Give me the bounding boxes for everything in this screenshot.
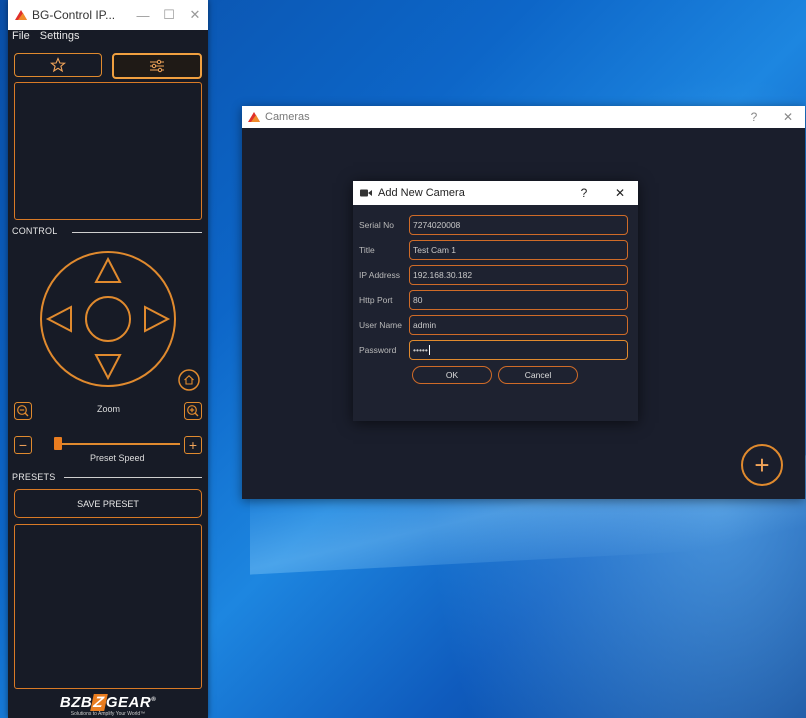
text-caret <box>428 345 430 355</box>
help-button[interactable]: ? <box>737 110 771 124</box>
star-icon <box>50 57 66 73</box>
tab-row <box>14 53 202 79</box>
serial-no-label: Serial No <box>359 220 394 230</box>
home-button[interactable] <box>178 369 200 391</box>
field-user-name: User Name admin <box>359 315 628 335</box>
tab-controls[interactable] <box>112 53 202 79</box>
password-input[interactable]: ••••• <box>409 340 628 360</box>
plus-icon: + <box>754 450 770 480</box>
field-password: Password ••••• <box>359 340 628 360</box>
tab-favorites[interactable] <box>14 53 102 77</box>
close-button[interactable]: ✕ <box>771 110 805 124</box>
app-logo-icon <box>15 10 27 20</box>
maximize-button[interactable]: ☐ <box>156 7 182 23</box>
field-ip-address: IP Address 192.168.30.182 <box>359 265 628 285</box>
minimize-button[interactable]: — <box>130 8 156 23</box>
dialog-title: Add New Camera <box>378 187 465 199</box>
field-serial-no: Serial No 7274020008 <box>359 215 628 235</box>
bg-control-titlebar: BG-Control IP... — ☐ ✕ <box>8 0 208 30</box>
title-label: Title <box>359 245 375 255</box>
window-title: BG-Control IP... <box>32 8 116 22</box>
logo-tagline: Solutions to Amplify Your World™ <box>70 711 146 717</box>
user-name-input[interactable]: admin <box>409 315 628 335</box>
presets-list-panel[interactable] <box>14 524 202 689</box>
password-label: Password <box>359 345 397 355</box>
help-button[interactable]: ? <box>566 186 602 200</box>
control-divider <box>72 232 202 233</box>
add-camera-button[interactable]: + <box>741 444 783 486</box>
video-camera-icon <box>360 189 372 197</box>
close-button[interactable]: ✕ <box>602 186 638 200</box>
menu-settings[interactable]: Settings <box>40 30 80 46</box>
zoom-label: Zoom <box>97 404 121 414</box>
preset-speed-slider-handle[interactable] <box>54 437 63 450</box>
minus-icon: − <box>18 437 28 453</box>
sliders-icon <box>150 59 164 73</box>
dialog-titlebar: Add New Camera ? ✕ <box>353 181 638 205</box>
speed-increase-button[interactable]: + <box>184 436 202 454</box>
app-logo-icon <box>248 112 260 122</box>
http-port-label: Http Port <box>359 295 393 305</box>
menu-file[interactable]: File <box>12 30 30 46</box>
field-http-port: Http Port 80 <box>359 290 628 310</box>
speed-decrease-button[interactable]: − <box>14 436 32 454</box>
presets-divider <box>64 477 202 478</box>
bg-control-window: BG-Control IP... — ☐ ✕ File Settings CON… <box>8 0 208 718</box>
camera-list-panel[interactable] <box>14 82 202 220</box>
home-icon <box>184 375 194 385</box>
control-section-label: CONTROL <box>12 226 58 236</box>
presets-section-label: PRESETS <box>12 472 56 482</box>
preset-speed-label: Preset Speed <box>90 453 145 463</box>
center-button[interactable] <box>85 296 131 342</box>
ip-address-input[interactable]: 192.168.30.182 <box>409 265 628 285</box>
password-mask: ••••• <box>413 345 428 355</box>
title-input[interactable]: Test Cam 1 <box>409 240 628 260</box>
ok-button[interactable]: OK <box>412 366 492 384</box>
save-preset-button[interactable]: SAVE PRESET <box>14 489 202 518</box>
menu-bar: File Settings <box>8 30 208 46</box>
ptz-joystick <box>40 251 176 387</box>
bzbgear-logo: BZBZGEAR® <box>59 694 157 711</box>
close-button[interactable]: ✕ <box>182 7 208 23</box>
cameras-titlebar: Cameras ? ✕ <box>242 106 805 128</box>
cameras-title: Cameras <box>265 111 310 123</box>
preset-speed-slider[interactable] <box>56 443 180 445</box>
http-port-input[interactable]: 80 <box>409 290 628 310</box>
plus-icon: + <box>188 437 198 453</box>
user-name-label: User Name <box>359 320 402 330</box>
field-title: Title Test Cam 1 <box>359 240 628 260</box>
zoom-in-button[interactable] <box>184 402 202 420</box>
serial-no-input[interactable]: 7274020008 <box>409 215 628 235</box>
ip-address-label: IP Address <box>359 270 400 280</box>
cancel-button[interactable]: Cancel <box>498 366 578 384</box>
zoom-out-button[interactable] <box>14 402 32 420</box>
